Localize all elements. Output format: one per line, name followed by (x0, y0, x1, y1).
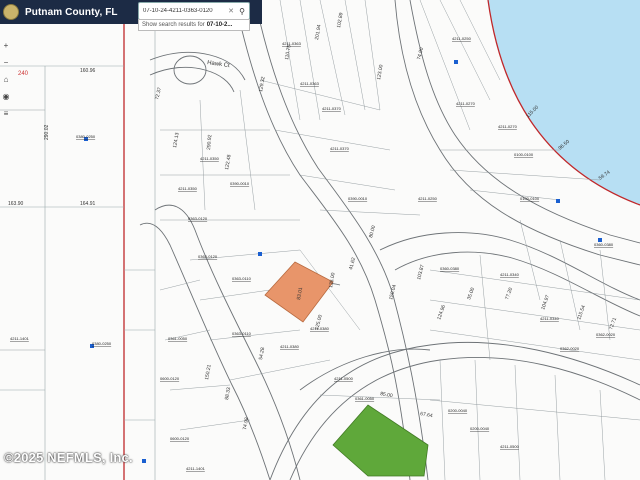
parcel-search-box[interactable]: 07-10-24-4211-0363-0120 ✕ ⚲ (138, 2, 250, 20)
parcel-id-label[interactable]: 0100-0100 (514, 152, 534, 157)
map-toolbar: + − ⌂ ◉ ≡ (0, 40, 14, 120)
point-marker (556, 199, 560, 203)
parcel-id-label[interactable]: 0362-0020 (596, 332, 616, 337)
parcel-id-label[interactable]: 4211-1401 (186, 466, 206, 471)
parcel-id-label[interactable]: 0362-0020 (560, 346, 580, 351)
locate-icon[interactable]: ◉ (0, 91, 12, 103)
parcel-id-label[interactable]: 4211-0500 (500, 444, 520, 449)
dimension-label: 164.91 (80, 201, 96, 207)
dimension-label: 290.02 (44, 124, 50, 140)
parcel-id-label[interactable]: 0600-0120 (170, 436, 190, 441)
parcel-id-label[interactable]: 4211-0350 (178, 186, 198, 191)
county-seal-icon (3, 4, 19, 20)
parcel-id-label[interactable]: 4211-0270 (456, 101, 476, 106)
point-marker (142, 459, 146, 463)
parcel-map[interactable]: Hawk Ct 240 160.96290.02163.90 164.9172.3… (0, 0, 640, 480)
zoom-out-icon[interactable]: − (0, 57, 12, 69)
parcel-id-label[interactable]: 4211-0250 (418, 196, 438, 201)
point-marker (454, 60, 458, 64)
red-marker-label: 240 (18, 71, 29, 77)
mls-watermark: ©2025 NEFMLS, Inc. (4, 450, 133, 465)
clear-icon[interactable]: ✕ (227, 7, 235, 15)
dimension-label: 160.96 (80, 68, 96, 74)
zoom-in-icon[interactable]: + (0, 40, 12, 52)
parcel-id-label[interactable]: 4211-0340 (500, 272, 520, 277)
parcel-id-label[interactable]: 4211-0250 (452, 36, 472, 41)
parcel-id-label[interactable]: 0200-0040 (470, 426, 490, 431)
parcel-id-label[interactable]: 0363-0120 (188, 216, 208, 221)
parcel-id-label[interactable]: 0100-0100 (520, 196, 540, 201)
search-suggestion[interactable]: Show search results for 07-10-2... (138, 19, 250, 31)
parcel-id-label[interactable]: 4211-0380 (280, 344, 300, 349)
parcel-id-label[interactable]: 0361-0050 (355, 396, 375, 401)
parcel-id-label[interactable]: 0200-0040 (448, 408, 468, 413)
search-icon[interactable]: ⚲ (235, 4, 249, 18)
parcel-id-label[interactable]: 4211-0340 (540, 316, 560, 321)
parcel-id-label[interactable]: 0363-0120 (198, 254, 218, 259)
home-icon[interactable]: ⌂ (0, 74, 12, 86)
parcel-id-label[interactable]: 0380-0250 (92, 341, 112, 346)
suggestion-prefix: Show search results for (142, 22, 205, 28)
parcel-id-label[interactable]: 0390-0010 (230, 181, 250, 186)
map-viewer[interactable]: Hawk Ct 240 160.96 290.02 163.90 164.91 72.3… (0, 0, 640, 480)
parcel-id-label[interactable]: 0600-0120 (160, 376, 180, 381)
parcel-id-label[interactable]: 0380-0250 (76, 134, 96, 139)
parcel-id-label[interactable]: 4211-0500 (334, 376, 354, 381)
parcel-id-label[interactable]: 4211-1401 (10, 336, 30, 341)
parcel-id-label[interactable]: 4211-0350 (200, 156, 220, 161)
suggestion-query: 07-10-2... (206, 22, 233, 28)
county-title: Putnam County, FL (25, 6, 118, 18)
parcel-id-label[interactable]: 0363-0110 (232, 331, 252, 336)
parcel-id-label[interactable]: 0390-0010 (348, 196, 368, 201)
parcel-id-label[interactable]: 0361-0050 (168, 336, 188, 341)
parcel-id-label[interactable]: 4211-0363 (300, 81, 320, 86)
parcel-id-label[interactable]: 0360-0380 (594, 242, 614, 247)
parcel-id-label[interactable]: 4211-0363 (282, 41, 302, 46)
layers-icon[interactable]: ≡ (0, 108, 12, 120)
parcel-id-label[interactable]: 4211-0380 (310, 326, 330, 331)
parcel-id-label[interactable]: 4211-0270 (498, 124, 518, 129)
dimension-label: 163.90 (8, 201, 24, 207)
parcel-id-label[interactable]: 4211-0370 (330, 146, 350, 151)
parcel-id-label[interactable]: 0360-0380 (440, 266, 460, 271)
search-input[interactable]: 07-10-24-4211-0363-0120 (139, 8, 227, 14)
parcel-id-label[interactable]: 0363-0110 (232, 276, 252, 281)
point-marker (258, 252, 262, 256)
parcel-id-label[interactable]: 4211-0370 (322, 106, 342, 111)
